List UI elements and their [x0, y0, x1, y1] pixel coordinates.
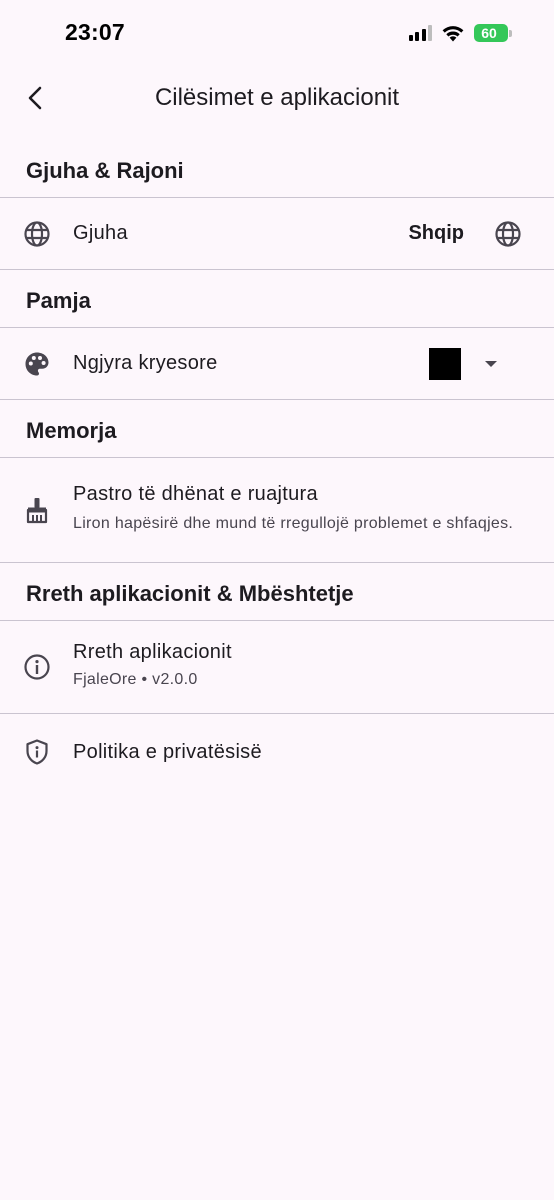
section-header-language: Gjuha & Rajoni [0, 140, 554, 198]
privacy-policy-setting[interactable]: Politika e privatësisë [0, 714, 554, 790]
primary-color-setting[interactable]: Ngjyra kryesore [0, 328, 554, 400]
chevron-down-icon[interactable] [484, 357, 498, 371]
primary-color-label: Ngjyra kryesore [73, 352, 218, 374]
clear-cache-description: Liron hapësirë dhe mund të rregullojë pr… [73, 515, 514, 532]
color-swatch[interactable] [429, 347, 461, 380]
section-header-storage: Memorja [0, 400, 554, 458]
shield-icon [23, 738, 51, 766]
section-header-about: Rreth aplikacionit & Mbështetje [0, 563, 554, 621]
battery-icon: 60 [474, 24, 512, 42]
language-setting[interactable]: Gjuha Shqip [0, 198, 554, 270]
globe-icon [23, 220, 51, 248]
wifi-icon [442, 26, 464, 42]
info-icon [23, 653, 51, 681]
cellular-signal-icon [408, 25, 432, 41]
palette-icon [23, 350, 51, 378]
section-header-appearance: Pamja [0, 270, 554, 328]
language-picker-globe-icon[interactable] [494, 220, 522, 248]
broom-icon [23, 496, 51, 524]
app-bar: Cilësimet e aplikacionit [0, 66, 554, 130]
settings-list: Gjuha & Rajoni Gjuha Shqip Pamja Ngjyra … [0, 140, 554, 790]
clear-cache-label: Pastro të dhënat e ruajtura [73, 483, 318, 505]
selected-language: Shqip [408, 222, 464, 244]
about-app-setting[interactable]: Rreth aplikacionit FjaleOre • v2.0.0 [0, 621, 554, 714]
status-time: 23:07 [65, 19, 125, 45]
about-app-label: Rreth aplikacionit [73, 641, 232, 663]
privacy-policy-label: Politika e privatësisë [73, 740, 262, 763]
clear-cache-setting[interactable]: Pastro të dhënat e ruajtura Liron hapësi… [0, 458, 554, 563]
battery-level: 60 [481, 25, 497, 41]
status-bar: 23:07 60 [0, 0, 554, 66]
app-version: FjaleOre • v2.0.0 [73, 671, 198, 688]
page-title: Cilësimet e aplikacionit [154, 84, 400, 111]
language-label: Gjuha [73, 222, 128, 244]
status-icons: 60 [408, 22, 512, 44]
